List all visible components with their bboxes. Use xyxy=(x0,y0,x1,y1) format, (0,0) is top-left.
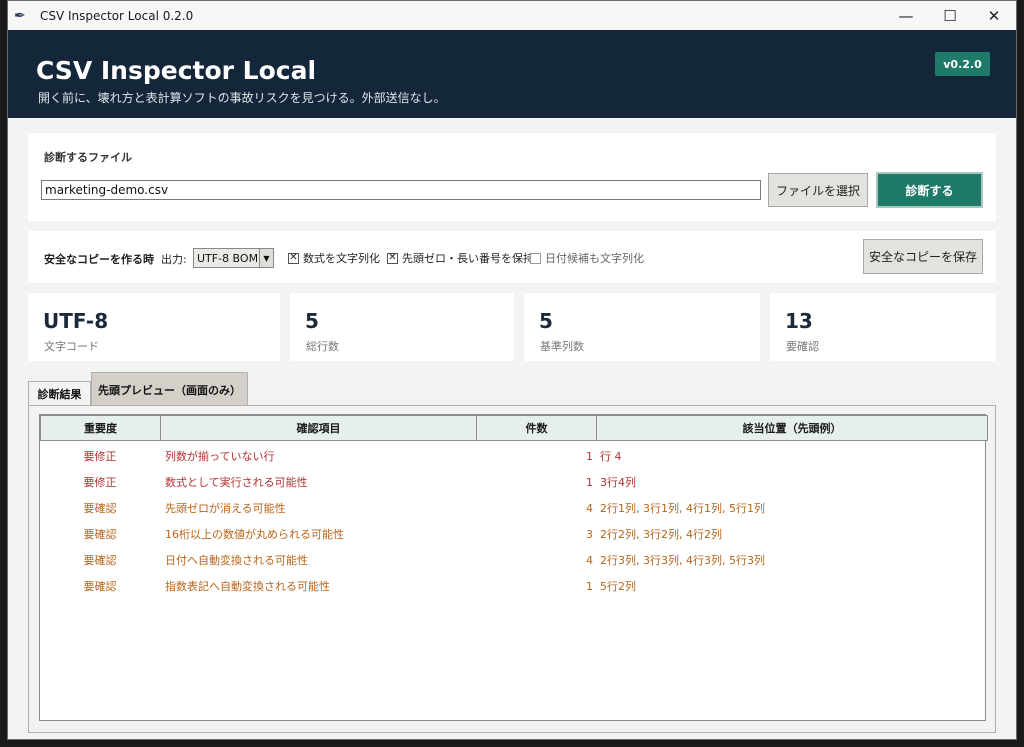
table-row[interactable]: 要確認 先頭ゼロが消える可能性 4 2行1列, 3行1列, 4行1列, 5行1列 xyxy=(40,501,985,527)
severity-cell: 要修正 xyxy=(83,476,117,489)
options-title: 安全なコピーを作る時 xyxy=(44,253,154,266)
severity-cell: 要修正 xyxy=(83,450,117,463)
tab-preview[interactable]: 先頭プレビュー（画面のみ） xyxy=(91,372,248,406)
location-cell: 2行3列, 3行3列, 4行3列, 5行3列 xyxy=(600,554,765,567)
checkbox-checked-icon[interactable]: ✕ xyxy=(387,252,398,264)
tab-results[interactable]: 診断結果 xyxy=(28,381,91,406)
checkbox-checked-icon[interactable]: ✕ xyxy=(288,252,299,264)
stat-value: 5 xyxy=(305,309,319,333)
stat-label: 要確認 xyxy=(786,340,819,353)
severity-cell: 要確認 xyxy=(83,528,117,541)
stat-card-needs-check: 13 要確認 xyxy=(770,293,996,361)
app-subtitle: 開く前に、壊れ方と表計算ソフトの事故リスクを見つける。外部送信なし。 xyxy=(38,91,446,105)
stat-label: 文字コード xyxy=(44,340,99,353)
severity-cell: 要確認 xyxy=(83,502,117,515)
table-row[interactable]: 要確認 日付へ自動変換される可能性 4 2行3列, 3行3列, 4行3列, 5行… xyxy=(40,553,985,579)
table-row[interactable]: 要修正 数式として実行される可能性 1 3行4列 xyxy=(40,475,985,501)
column-header-item[interactable]: 確認項目 xyxy=(160,415,477,441)
count-cell: 1 xyxy=(586,476,593,489)
stringify-dates-checkbox[interactable]: 日付候補も文字列化 xyxy=(530,250,644,266)
stat-card-base-columns: 5 基準列数 xyxy=(524,293,760,361)
feather-icon: ✒ xyxy=(14,7,26,24)
checkbox-unchecked-icon[interactable] xyxy=(530,252,541,264)
app-window: ✒ CSV Inspector Local 0.2.0 — ☐ ✕ CSV In… xyxy=(7,0,1017,740)
window-controls: — ☐ ✕ xyxy=(884,1,1016,30)
output-encoding-select[interactable]: UTF-8 BOM ▼ xyxy=(193,248,274,268)
keep-leading-zero-checkbox[interactable]: ✕ 先頭ゼロ・長い番号を保持 xyxy=(387,250,534,266)
file-label: 診断するファイル xyxy=(44,151,132,164)
table-row[interactable]: 要確認 16桁以上の数値が丸められる可能性 3 2行2列, 3行2列, 4行2列 xyxy=(40,527,985,553)
item-cell: 列数が揃っていない行 xyxy=(165,450,275,463)
item-cell: 数式として実行される可能性 xyxy=(165,476,308,489)
severity-cell: 要確認 xyxy=(83,554,117,567)
count-cell: 1 xyxy=(586,580,593,593)
select-file-button[interactable]: ファイルを選択 xyxy=(768,173,868,207)
output-encoding-value: UTF-8 BOM xyxy=(197,251,259,265)
item-cell: 指数表記へ自動変換される可能性 xyxy=(165,580,330,593)
output-label: 出力: xyxy=(161,253,187,266)
checkbox-label: 先頭ゼロ・長い番号を保持 xyxy=(402,252,534,265)
table-body: 要修正 列数が揃っていない行 1 行 4 要修正 数式として実行される可能性 1… xyxy=(40,449,985,605)
app-title: CSV Inspector Local xyxy=(36,56,317,85)
table-row[interactable]: 要修正 列数が揃っていない行 1 行 4 xyxy=(40,449,985,475)
count-cell: 3 xyxy=(586,528,593,541)
stat-label: 総行数 xyxy=(306,340,339,353)
options-panel: 安全なコピーを作る時 出力: UTF-8 BOM ▼ ✕ 数式を文字列化 ✕ 先… xyxy=(28,231,996,283)
stat-label: 基準列数 xyxy=(540,340,584,353)
dropdown-arrow-icon[interactable]: ▼ xyxy=(259,249,273,267)
title-bar[interactable]: ✒ CSV Inspector Local 0.2.0 — ☐ ✕ xyxy=(8,1,1016,30)
stat-value: UTF-8 xyxy=(43,309,109,333)
count-cell: 1 xyxy=(586,450,593,463)
file-path-input[interactable] xyxy=(41,180,761,200)
table-header: 重要度 確認項目 件数 該当位置（先頭例） xyxy=(40,415,988,441)
checkbox-label: 日付候補も文字列化 xyxy=(545,252,644,265)
app-header: CSV Inspector Local 開く前に、壊れ方と表計算ソフトの事故リス… xyxy=(8,30,1016,118)
location-cell: 2行2列, 3行2列, 4行2列 xyxy=(600,528,722,541)
item-cell: 16桁以上の数値が丸められる可能性 xyxy=(165,528,344,541)
location-cell: 3行4列 xyxy=(600,476,636,489)
item-cell: 日付へ自動変換される可能性 xyxy=(165,554,308,567)
close-button[interactable]: ✕ xyxy=(972,1,1016,30)
column-header-count[interactable]: 件数 xyxy=(476,415,597,441)
count-cell: 4 xyxy=(586,554,593,567)
results-table[interactable]: 重要度 確認項目 件数 該当位置（先頭例） 要修正 列数が揃っていない行 1 行… xyxy=(39,414,988,721)
diagnose-button[interactable]: 診断する xyxy=(876,172,983,208)
results-frame: 重要度 確認項目 件数 該当位置（先頭例） 要修正 列数が揃っていない行 1 行… xyxy=(28,405,996,733)
column-header-location[interactable]: 該当位置（先頭例） xyxy=(596,415,988,441)
column-header-severity[interactable]: 重要度 xyxy=(40,415,161,441)
checkbox-label: 数式を文字列化 xyxy=(303,252,380,265)
item-cell: 先頭ゼロが消える可能性 xyxy=(165,502,286,515)
location-cell: 5行2列 xyxy=(600,580,636,593)
minimize-button[interactable]: — xyxy=(884,1,928,30)
stat-value: 13 xyxy=(785,309,813,333)
version-badge: v0.2.0 xyxy=(935,52,990,76)
stat-card-encoding: UTF-8 文字コード xyxy=(28,293,280,361)
severity-cell: 要確認 xyxy=(83,580,117,593)
location-cell: 行 4 xyxy=(600,450,622,463)
stat-card-total-rows: 5 総行数 xyxy=(290,293,514,361)
stat-value: 5 xyxy=(539,309,553,333)
file-panel: 診断するファイル ファイルを選択 診断する xyxy=(28,133,996,221)
table-row[interactable]: 要確認 指数表記へ自動変換される可能性 1 5行2列 xyxy=(40,579,985,605)
window-title: CSV Inspector Local 0.2.0 xyxy=(40,8,194,23)
maximize-button[interactable]: ☐ xyxy=(928,1,972,30)
location-cell: 2行1列, 3行1列, 4行1列, 5行1列 xyxy=(600,502,765,515)
count-cell: 4 xyxy=(586,502,593,515)
save-safe-copy-button[interactable]: 安全なコピーを保存 xyxy=(863,239,983,274)
stringify-formulas-checkbox[interactable]: ✕ 数式を文字列化 xyxy=(288,250,380,266)
